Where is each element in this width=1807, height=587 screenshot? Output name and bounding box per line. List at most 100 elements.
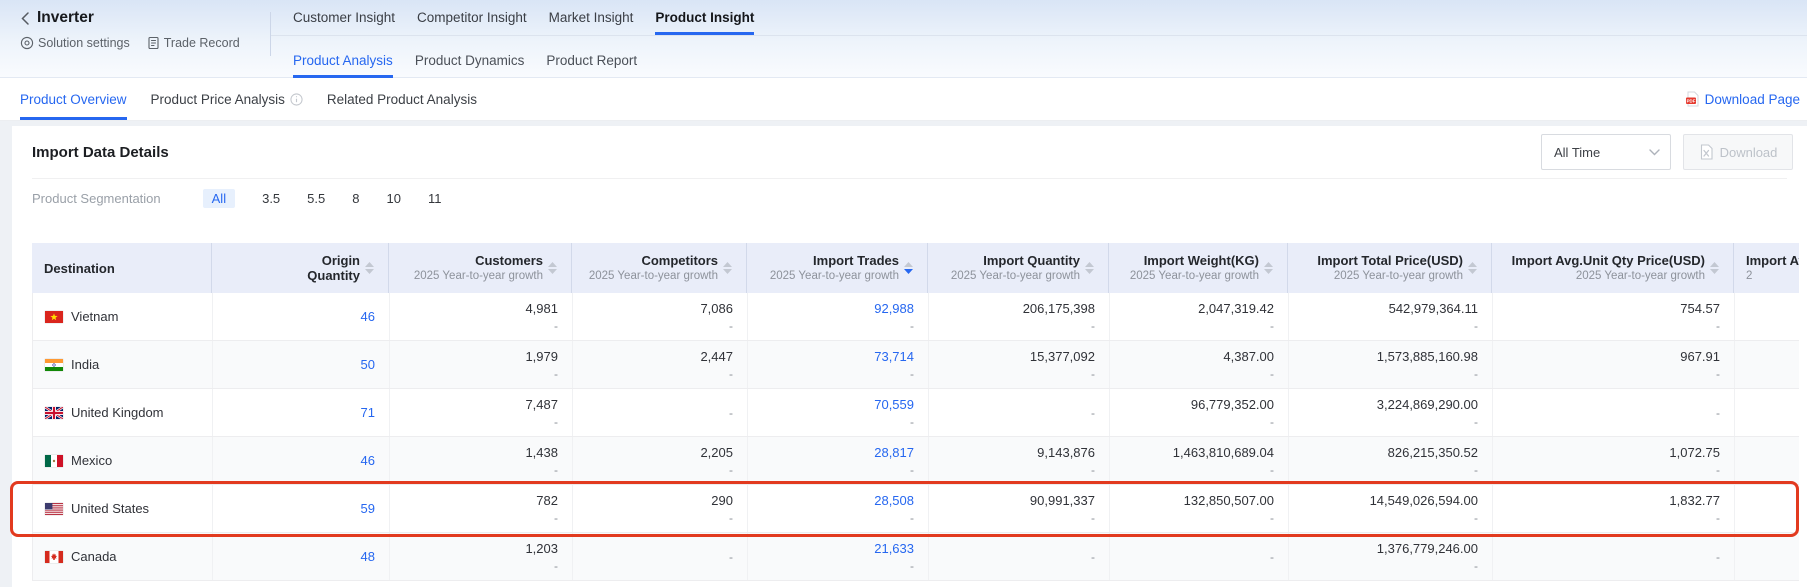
page-tab-product-overview[interactable]: Product Overview xyxy=(20,78,127,120)
cell-value: 1,832.77 xyxy=(1669,493,1720,508)
competitors-cell: - xyxy=(573,389,748,436)
import-trades-link[interactable]: 21,633 xyxy=(874,541,914,556)
cell-value: 967.91 xyxy=(1680,349,1720,364)
segment-option-8[interactable]: 8 xyxy=(352,191,359,206)
time-filter-select[interactable]: All Time xyxy=(1541,134,1671,170)
tab-customer-insight[interactable]: Customer Insight xyxy=(293,0,395,35)
import-total-price-cell: 826,215,350.52- xyxy=(1289,437,1493,484)
origin-quantity-link[interactable]: 71 xyxy=(361,405,375,420)
tab-label: Product Dynamics xyxy=(415,53,525,68)
column-header-customers[interactable]: Customers2025 Year-to-year growth xyxy=(389,243,572,293)
growth-value: - xyxy=(1474,416,1478,429)
column-growth-subtitle: 2025 Year-to-year growth xyxy=(1317,270,1463,283)
column-growth-subtitle: 2025 Year-to-year growth xyxy=(589,270,718,283)
header-link-trade-record[interactable]: Trade Record xyxy=(147,36,240,50)
column-growth-subtitle: 2025 Year-to-year growth xyxy=(414,270,543,283)
cell-value: 96,779,352.00 xyxy=(1191,397,1274,412)
segment-option-5-5[interactable]: 5.5 xyxy=(307,191,325,206)
cell-value: 7,086 xyxy=(700,301,733,316)
tab-competitor-insight[interactable]: Competitor Insight xyxy=(417,0,527,35)
import-trades-cell: 28,817 - xyxy=(748,437,929,484)
segment-option-10[interactable]: 10 xyxy=(386,191,400,206)
growth-value: - xyxy=(910,464,914,477)
origin-quantity-cell: 46 xyxy=(213,293,390,340)
segment-option-all[interactable]: All xyxy=(203,189,235,208)
cell-value: 132,850,507.00 xyxy=(1184,493,1274,508)
destination-cell: Mexico xyxy=(33,437,213,484)
cell-value: 542,979,364.11 xyxy=(1389,301,1478,316)
competitors-cell: 7,086 - xyxy=(573,293,748,340)
header-link-solution-settings[interactable]: Solution settings xyxy=(20,36,130,50)
origin-quantity-link[interactable]: 46 xyxy=(361,453,375,468)
import-trades-link[interactable]: 92,988 xyxy=(874,301,914,316)
import-quantity-cell: 206,175,398- xyxy=(929,293,1110,340)
origin-quantity-link[interactable]: 50 xyxy=(361,357,375,372)
import-quantity-cell: - xyxy=(929,533,1110,580)
table-row-vietnam: Vietnam464,981-7,086-92,988-206,175,398-… xyxy=(32,293,1799,341)
import-trades-cell: 73,714- xyxy=(748,341,929,388)
cell-value: 1,376,779,246.00 xyxy=(1377,541,1478,556)
customers-cell: 1,203- xyxy=(390,533,573,580)
sort-icon[interactable] xyxy=(548,262,557,274)
product-segmentation-row: Product Segmentation All3.55.581011 xyxy=(12,179,1807,217)
column-header-competitors[interactable]: Competitors2025 Year-to-year growth xyxy=(572,243,747,293)
import-trades-link[interactable]: 28,508 xyxy=(874,493,914,508)
country-name: United States xyxy=(71,501,149,516)
column-header-import-weight[interactable]: Import Weight(KG)2025 Year-to-year growt… xyxy=(1109,243,1288,293)
sort-icon[interactable] xyxy=(723,262,732,274)
origin-quantity-link[interactable]: 46 xyxy=(361,309,375,324)
import-trades-cell: 21,633 - xyxy=(748,533,929,580)
column-header-import-total-price[interactable]: Import Total Price(USD)2025 Year-to-year… xyxy=(1288,243,1492,293)
growth-value: - xyxy=(729,320,733,333)
growth-value: - xyxy=(1474,368,1478,381)
segment-option-3-5[interactable]: 3.5 xyxy=(262,191,280,206)
sort-icon[interactable] xyxy=(365,262,374,274)
import-avg-partial-cell xyxy=(1735,437,1799,484)
empty-value: - xyxy=(1716,550,1720,564)
empty-value: - xyxy=(729,550,733,564)
sort-icon[interactable] xyxy=(1710,262,1719,274)
growth-value: - xyxy=(910,560,914,573)
download-page-link[interactable]: PDF Download Page xyxy=(1685,78,1800,120)
tab-product-dynamics[interactable]: Product Dynamics xyxy=(415,42,525,78)
country-name: Vietnam xyxy=(71,309,118,324)
growth-value: - xyxy=(1474,320,1478,333)
import-trades-link[interactable]: 73,714 xyxy=(874,349,914,364)
cell-value: 1,979 xyxy=(525,349,558,364)
import-total-price-cell: 1,573,885,160.98- xyxy=(1289,341,1493,388)
column-header-import-trades[interactable]: Import Trades2025 Year-to-year growth xyxy=(747,243,928,293)
growth-value: - xyxy=(910,320,914,333)
chevron-down-icon xyxy=(1649,149,1660,156)
column-header-import-avg-unit-qty-price[interactable]: Import Avg.Unit Qty Price(USD)2025 Year-… xyxy=(1492,243,1734,293)
tab-product-analysis[interactable]: Product Analysis xyxy=(293,42,393,78)
sub-tab-bar: Product Analysis Product Dynamics Product … xyxy=(293,42,637,78)
segment-option-11[interactable]: 11 xyxy=(428,191,442,206)
tab-market-insight[interactable]: Market Insight xyxy=(549,0,634,35)
page-tab-related-product-analysis[interactable]: Related Product Analysis xyxy=(327,78,477,120)
tab-label: Market Insight xyxy=(549,10,634,25)
flag-icon-in xyxy=(45,359,63,371)
import-trades-cell: 28,508- xyxy=(748,485,929,532)
sort-icon[interactable] xyxy=(1085,262,1094,274)
growth-value: - xyxy=(1270,368,1274,381)
import-trades-link[interactable]: 70,559 xyxy=(874,397,914,412)
import-trades-link[interactable]: 28,817 xyxy=(874,445,914,460)
page-tab-product-price-analysis[interactable]: Product Price Analysis xyxy=(151,78,303,120)
tab-product-insight[interactable]: Product Insight xyxy=(655,0,754,35)
empty-value: - xyxy=(729,406,733,420)
download-button[interactable]: Download xyxy=(1683,134,1793,170)
growth-value: - xyxy=(554,320,558,333)
document-icon xyxy=(147,36,160,50)
cell-value: 1,203 xyxy=(525,541,558,556)
sort-icon[interactable] xyxy=(1468,262,1477,274)
back-chevron-icon[interactable] xyxy=(20,11,30,26)
column-header-origin-quantity[interactable]: OriginQuantity xyxy=(212,243,389,293)
sort-icon[interactable] xyxy=(1264,262,1273,274)
tab-product-report[interactable]: Product Report xyxy=(546,42,637,78)
origin-quantity-link[interactable]: 59 xyxy=(361,501,375,516)
origin-quantity-link[interactable]: 48 xyxy=(361,549,375,564)
cell-value: 3,224,869,290.00 xyxy=(1377,397,1478,412)
column-header-import-quantity[interactable]: Import Quantity2025 Year-to-year growth xyxy=(928,243,1109,293)
competitors-cell: 290- xyxy=(573,485,748,532)
sort-icon[interactable] xyxy=(904,262,913,274)
